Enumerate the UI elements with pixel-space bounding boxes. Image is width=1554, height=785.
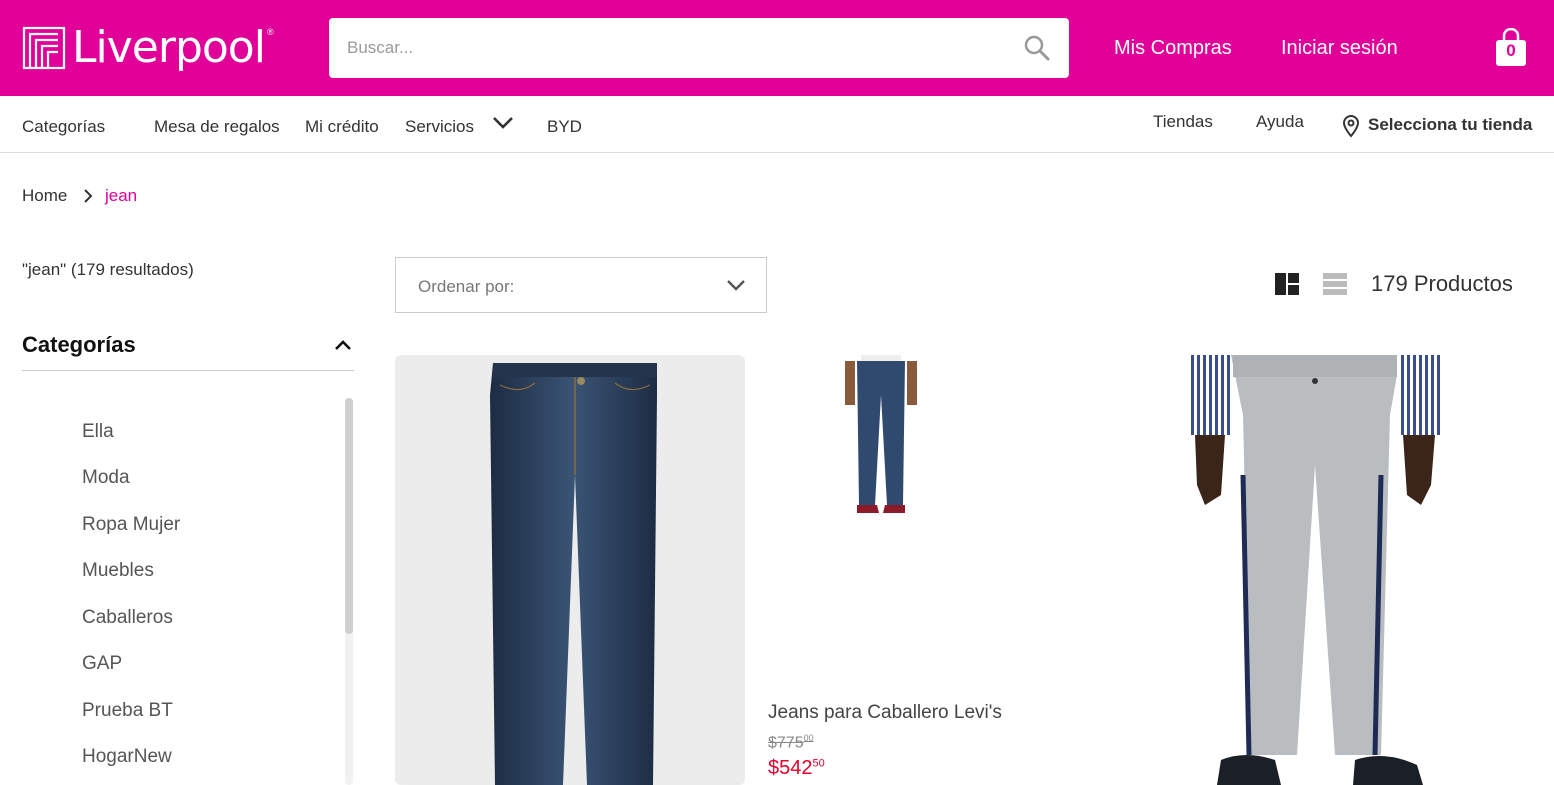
category-item-ella[interactable]: Ella <box>82 421 114 443</box>
category-item-caballeros[interactable]: Caballeros <box>82 607 173 629</box>
nav-byd[interactable]: BYD <box>547 117 582 137</box>
list-view-icon[interactable] <box>1322 272 1348 296</box>
chevron-right-icon <box>84 189 93 203</box>
breadcrumb-current: jean <box>105 186 138 205</box>
cart-count: 0 <box>1506 41 1516 60</box>
product-count: 179 Productos <box>1371 271 1513 296</box>
product-image-jeans <box>490 363 657 785</box>
product-image-man-in-jeans[interactable] <box>835 355 927 517</box>
grid-view-icon[interactable] <box>1274 272 1300 296</box>
product-sale-price: $54250 <box>768 757 825 780</box>
registered-mark-icon: ® <box>266 27 274 37</box>
category-item-moda[interactable]: Moda <box>82 467 130 489</box>
sale-price-main: $542 <box>768 757 813 779</box>
mis-compras-link[interactable]: Mis Compras <box>1114 37 1232 60</box>
product-card-3[interactable] <box>1185 355 1445 785</box>
product-image-grey-pants <box>1189 355 1443 785</box>
chevron-down-icon[interactable] <box>492 116 514 130</box>
product-card-1[interactable] <box>395 355 745 785</box>
categories-divider <box>22 370 354 371</box>
top-header: Liverpool ® Mis Compras Iniciar sesión 0 <box>0 0 1554 96</box>
product-name[interactable]: Jeans para Caballero Levi's <box>768 702 1002 724</box>
category-item-ropa-mujer[interactable]: Ropa Mujer <box>82 514 180 536</box>
liverpool-logo[interactable]: Liverpool ® <box>22 17 274 79</box>
logo-text: Liverpool <box>72 22 266 73</box>
sort-label: Ordenar por: <box>418 277 515 296</box>
iniciar-sesion-link[interactable]: Iniciar sesión <box>1281 37 1398 60</box>
sale-price-cents: 50 <box>812 757 825 770</box>
category-item-gap[interactable]: GAP <box>82 653 122 675</box>
category-scrollbar-thumb[interactable] <box>345 398 353 634</box>
old-price-cents: 00 <box>803 733 814 743</box>
nav-tiendas[interactable]: Tiendas <box>1153 112 1213 132</box>
category-item-muebles[interactable]: Muebles <box>82 560 154 582</box>
search-box <box>329 18 1069 78</box>
categories-heading: Categorías <box>22 332 136 357</box>
old-price-main: $775 <box>768 734 804 752</box>
search-icon[interactable] <box>1023 34 1051 62</box>
chevron-up-icon[interactable] <box>333 335 353 355</box>
chevron-down-icon <box>727 280 745 291</box>
nav-mi-credito[interactable]: Mi crédito <box>305 117 379 137</box>
category-item-prueba-bt[interactable]: Prueba BT <box>82 700 173 722</box>
liverpool-logo-mark-icon <box>22 26 66 70</box>
nav-mesa-de-regalos[interactable]: Mesa de regalos <box>154 117 280 137</box>
search-input[interactable] <box>329 38 989 58</box>
nav-categorias[interactable]: Categorías <box>22 117 105 137</box>
category-item-hogarnew[interactable]: HogarNew <box>82 746 172 768</box>
nav-ayuda[interactable]: Ayuda <box>1256 112 1304 132</box>
shopping-bag-button[interactable]: 0 <box>1494 28 1528 68</box>
main-nav: Categorías Mesa de regalos Mi crédito Se… <box>0 96 1554 153</box>
sort-dropdown[interactable]: Ordenar por: <box>395 257 767 313</box>
results-summary: "jean" (179 resultados) <box>22 260 194 279</box>
nav-servicios[interactable]: Servicios <box>405 117 474 137</box>
select-store-link[interactable]: Selecciona tu tienda <box>1368 115 1532 135</box>
product-old-price: $77500 <box>768 733 814 752</box>
breadcrumb-home[interactable]: Home <box>22 186 67 206</box>
location-pin-icon <box>1342 114 1360 138</box>
